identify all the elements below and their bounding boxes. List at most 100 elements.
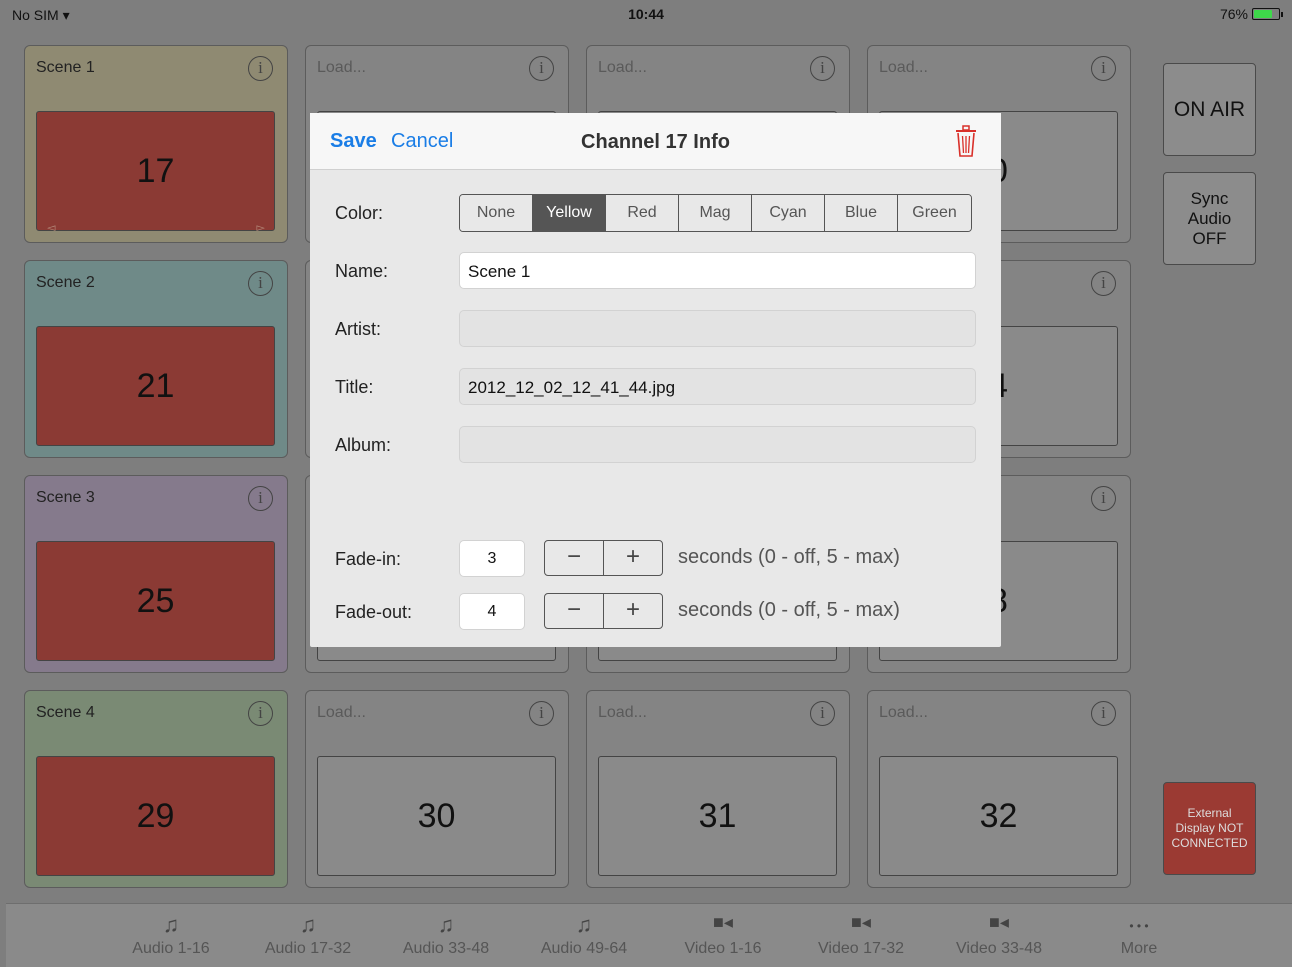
info-icon[interactable]: i — [248, 701, 273, 726]
battery-percent: 76% — [1219, 6, 1248, 22]
color-segmented-control: None Yellow Red Mag Cyan Blue Green — [459, 194, 972, 232]
tile-name: Load... — [317, 704, 366, 721]
video-camera-icon: ■◂ — [713, 912, 733, 932]
channel-info-dialog: Save Cancel Channel 17 Info Color: None Y… — [310, 113, 1001, 647]
fade-in-value[interactable]: 3 — [459, 540, 525, 577]
tab-item[interactable]: • • • More — [1074, 912, 1204, 958]
title-label: Title: — [335, 377, 374, 397]
battery-indicator: 76% — [1219, 6, 1283, 22]
channel-pad[interactable]: 21 — [36, 326, 275, 446]
channel-pad[interactable]: 32 — [879, 756, 1118, 876]
music-note-icon: ♫ — [437, 912, 455, 937]
music-note-icon: ♫ — [575, 912, 593, 937]
info-icon[interactable]: i — [1091, 486, 1116, 511]
fade-out-value[interactable]: 4 — [459, 593, 525, 630]
tab-item[interactable]: ♫ Audio 49-64 — [519, 912, 649, 958]
info-icon[interactable]: i — [810, 701, 835, 726]
info-icon[interactable]: i — [529, 701, 554, 726]
tab-label: Audio 1-16 — [132, 940, 210, 957]
color-option[interactable]: Yellow — [533, 195, 606, 231]
tab-label: Video 33-48 — [956, 940, 1042, 957]
channel-pad[interactable]: 31 — [598, 756, 837, 876]
tab-label: More — [1120, 940, 1158, 957]
color-option[interactable]: Blue — [825, 195, 898, 231]
tab-item[interactable]: ♫ Audio 33-48 — [381, 912, 511, 958]
tile-name: Scene 3 — [36, 489, 95, 506]
info-icon[interactable]: i — [248, 271, 273, 296]
fade-in-hint: seconds (0 - off, 5 - max) — [678, 546, 900, 568]
channel-pad[interactable]: 17 — [36, 111, 275, 231]
tab-item[interactable]: ■◂ Video 33-48 — [934, 912, 1064, 958]
color-option[interactable]: Red — [606, 195, 679, 231]
video-camera-icon: ■◂ — [851, 912, 871, 932]
album-field[interactable] — [459, 426, 976, 463]
music-note-icon: ♫ — [162, 912, 180, 937]
fade-out-decrement-button[interactable]: − — [545, 594, 604, 628]
fade-in-label: Fade-in: — [335, 549, 402, 569]
color-option[interactable]: None — [460, 195, 533, 231]
tab-bar: ♫ Audio 1-16 ♫ Audio 17-32 ♫ Audio 33-48 ♫ Audi… — [6, 903, 1292, 967]
on-air-button[interactable]: ON AIR — [1163, 63, 1256, 156]
color-label: Color: — [335, 203, 384, 223]
color-option[interactable]: Green — [898, 195, 971, 231]
title-field[interactable]: 2012_12_02_12_41_44.jpg — [459, 368, 976, 405]
tab-item[interactable]: ■◂ Video 17-32 — [796, 912, 926, 958]
channel-tile[interactable]: Scene 1 i 17 ◅ ▻ — [24, 45, 288, 243]
tile-name: Scene 1 — [36, 59, 95, 76]
tab-label: Audio 49-64 — [540, 940, 628, 957]
tab-label: Video 1-16 — [684, 940, 762, 957]
fade-in-decrement-button[interactable]: − — [545, 541, 604, 575]
info-icon[interactable]: i — [248, 56, 273, 81]
album-label: Album: — [335, 435, 392, 455]
artist-label: Artist: — [335, 319, 382, 339]
info-icon[interactable]: i — [248, 486, 273, 511]
dialog-header: Save Cancel Channel 17 Info — [310, 113, 1001, 170]
channel-pad[interactable]: 25 — [36, 541, 275, 661]
ellipsis-icon: • • • — [1129, 919, 1149, 933]
battery-icon — [1252, 8, 1283, 20]
fade-in-increment-button[interactable]: + — [604, 541, 662, 575]
color-option[interactable]: Mag — [679, 195, 752, 231]
info-icon[interactable]: i — [529, 56, 554, 81]
fade-out-increment-button[interactable]: + — [604, 594, 662, 628]
fade-out-label: Fade-out: — [335, 602, 413, 622]
channel-tile[interactable]: Load... i 30 — [305, 690, 569, 888]
tab-label: Audio 17-32 — [264, 940, 352, 957]
channel-pad[interactable]: 29 — [36, 756, 275, 876]
info-icon[interactable]: i — [1091, 701, 1116, 726]
clock: 10:44 — [628, 6, 664, 22]
channel-tile[interactable]: Scene 4 i 29 — [24, 690, 288, 888]
color-option[interactable]: Cyan — [752, 195, 825, 231]
name-field[interactable]: Scene 1 — [459, 252, 976, 289]
pan-left-icon: ◅ — [47, 222, 56, 234]
channel-tile[interactable]: Scene 3 i 25 — [24, 475, 288, 673]
channel-tile[interactable]: Load... i 31 — [586, 690, 850, 888]
info-icon[interactable]: i — [1091, 271, 1116, 296]
music-note-icon: ♫ — [299, 912, 317, 937]
video-camera-icon: ■◂ — [989, 912, 1009, 932]
channel-tile[interactable]: Load... i 32 — [867, 690, 1131, 888]
fade-out-stepper: − + — [544, 593, 663, 629]
tile-name: Load... — [317, 59, 366, 76]
trash-icon[interactable] — [955, 125, 977, 157]
tile-name: Scene 2 — [36, 274, 95, 291]
artist-field[interactable] — [459, 310, 976, 347]
fade-in-stepper: − + — [544, 540, 663, 576]
tile-name: Scene 4 — [36, 704, 95, 721]
info-icon[interactable]: i — [810, 56, 835, 81]
dialog-title: Channel 17 Info — [581, 131, 730, 153]
tab-item[interactable]: ♫ Audio 1-16 — [106, 912, 236, 958]
channel-pad[interactable]: 30 — [317, 756, 556, 876]
tile-name: Load... — [598, 704, 647, 721]
channel-tile[interactable]: Scene 2 i 21 — [24, 260, 288, 458]
info-icon[interactable]: i — [1091, 56, 1116, 81]
tab-label: Video 17-32 — [818, 940, 904, 957]
tab-item[interactable]: ■◂ Video 1-16 — [658, 912, 788, 958]
sync-audio-button[interactable]: Sync Audio OFF — [1163, 172, 1256, 265]
pan-right-icon: ▻ — [256, 222, 265, 234]
tab-item[interactable]: ♫ Audio 17-32 — [243, 912, 373, 958]
tab-label: Audio 33-48 — [402, 940, 490, 957]
tile-name: Load... — [879, 59, 928, 76]
fade-out-hint: seconds (0 - off, 5 - max) — [678, 599, 900, 621]
external-display-button[interactable]: External Display NOT CONNECTED — [1163, 782, 1256, 875]
